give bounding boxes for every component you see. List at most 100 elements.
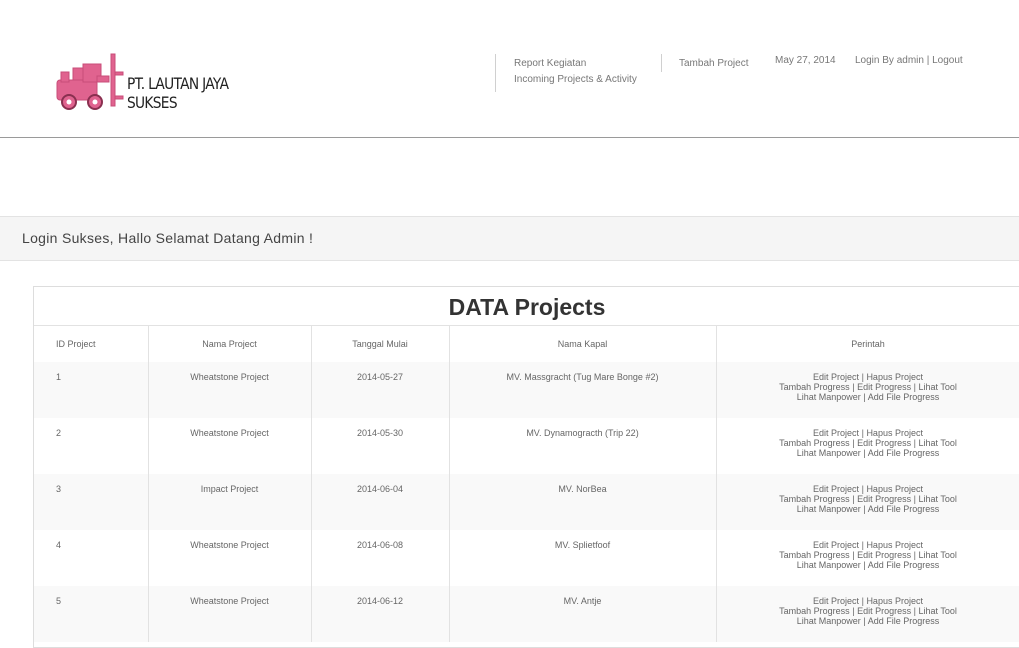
action-lihat-tool-link[interactable]: Lihat Tool	[918, 606, 956, 616]
action-add-file-progress-link[interactable]: Add File Progress	[868, 504, 940, 514]
action-line: Edit Project | Hapus Project	[717, 484, 1019, 494]
action-line: Tambah Progress | Edit Progress | Lihat …	[717, 438, 1019, 448]
nav-separator: |	[927, 55, 930, 66]
action-separator: |	[852, 382, 854, 392]
cell-nama-kapal: MV. Splietfoof	[449, 530, 716, 586]
nav-divider	[661, 54, 662, 72]
cell-id: 1	[34, 362, 148, 418]
alert-message: Login Sukses, Hallo Selamat Datang Admin…	[22, 230, 313, 246]
action-line: Lihat Manpower | Add File Progress	[717, 560, 1019, 570]
action-line: Tambah Progress | Edit Progress | Lihat …	[717, 606, 1019, 616]
column-header-perintah: Perintah	[716, 326, 1019, 363]
nav-divider	[495, 54, 496, 92]
cell-tanggal-mulai: 2014-05-30	[311, 418, 449, 474]
action-lihat-tool-link[interactable]: Lihat Tool	[918, 550, 956, 560]
action-line: Tambah Progress | Edit Progress | Lihat …	[717, 382, 1019, 392]
company-logo[interactable]: PT. LAUTAN JAYA SUKSES	[53, 52, 293, 112]
action-line: Lihat Manpower | Add File Progress	[717, 616, 1019, 626]
action-edit-progress-link[interactable]: Edit Progress	[857, 606, 911, 616]
projects-table: ID Project Nama Project Tanggal Mulai Na…	[34, 325, 1019, 642]
action-add-file-progress-link[interactable]: Add File Progress	[868, 616, 940, 626]
column-header-tanggal-mulai: Tanggal Mulai	[311, 326, 449, 363]
action-lihat-manpower-link[interactable]: Lihat Manpower	[797, 392, 861, 402]
cell-perintah: Edit Project | Hapus ProjectTambah Progr…	[716, 474, 1019, 530]
forklift-icon	[53, 52, 125, 110]
login-by-label: Login By admin	[855, 55, 924, 66]
data-projects-panel: DATA Projects ID Project Nama Project Ta…	[33, 286, 1019, 648]
action-separator: |	[852, 550, 854, 560]
action-tambah-progress-link[interactable]: Tambah Progress	[779, 606, 850, 616]
cell-nama-kapal: MV. Dynamogracth (Trip 22)	[449, 418, 716, 474]
action-separator: |	[852, 494, 854, 504]
action-line: Lihat Manpower | Add File Progress	[717, 392, 1019, 402]
current-date: May 27, 2014	[775, 55, 836, 66]
action-lihat-manpower-link[interactable]: Lihat Manpower	[797, 560, 861, 570]
action-tambah-progress-link[interactable]: Tambah Progress	[779, 438, 850, 448]
logout-link[interactable]: Logout	[932, 55, 963, 66]
cell-nama-project: Wheatstone Project	[148, 530, 311, 586]
cell-nama-kapal: MV. NorBea	[449, 474, 716, 530]
cell-perintah: Edit Project | Hapus Project Tambah Progr…	[716, 530, 1019, 586]
action-line: Edit Project | Hapus Project	[717, 596, 1019, 606]
action-separator: |	[862, 428, 864, 438]
action-separator: |	[914, 606, 916, 616]
action-hapus-project-link[interactable]: Hapus Project	[866, 484, 923, 494]
action-separator: |	[914, 550, 916, 560]
action-separator: |	[863, 504, 865, 514]
action-lihat-tool-link[interactable]: Lihat Tool	[918, 382, 956, 392]
table-row: 3Impact Project2014-06-04MV. NorBeaEdit …	[34, 474, 1019, 530]
cell-nama-project: Wheatstone Project	[148, 418, 311, 474]
action-separator: |	[914, 382, 916, 392]
action-hapus-project-link[interactable]: Hapus Project	[866, 540, 923, 550]
cell-id: 2	[34, 418, 148, 474]
action-tambah-progress-link[interactable]: Tambah Progress	[779, 550, 850, 560]
action-lihat-tool-link[interactable]: Lihat Tool	[918, 494, 956, 504]
nav-report-kegiatan[interactable]: Report Kegiatan	[514, 58, 586, 69]
action-tambah-progress-link[interactable]: Tambah Progress	[779, 494, 850, 504]
action-lihat-tool-link[interactable]: Lihat Tool	[918, 438, 956, 448]
cell-id: 3	[34, 474, 148, 530]
action-hapus-project-link[interactable]: Hapus Project	[866, 372, 923, 382]
action-separator: |	[863, 616, 865, 626]
cell-id: 4	[34, 530, 148, 586]
action-separator: |	[863, 448, 865, 458]
action-edit-progress-link[interactable]: Edit Progress	[857, 494, 911, 504]
action-separator: |	[862, 372, 864, 382]
action-line: Lihat Manpower | Add File Progress	[717, 504, 1019, 514]
action-add-file-progress-link[interactable]: Add File Progress	[868, 448, 940, 458]
action-lihat-manpower-link[interactable]: Lihat Manpower	[797, 448, 861, 458]
nav-incoming-projects[interactable]: Incoming Projects & Activity	[514, 74, 637, 85]
action-edit-project-link[interactable]: Edit Project	[813, 596, 859, 606]
cell-nama-project: Impact Project	[148, 474, 311, 530]
action-separator: |	[914, 438, 916, 448]
cell-nama-project: Wheatstone Project	[148, 362, 311, 418]
action-line: Tambah Progress | Edit Progress | Lihat …	[717, 494, 1019, 504]
action-separator: |	[862, 540, 864, 550]
action-edit-project-link[interactable]: Edit Project	[813, 484, 859, 494]
cell-tanggal-mulai: 2014-06-08	[311, 530, 449, 586]
nav-tambah-project[interactable]: Tambah Project	[679, 58, 748, 69]
action-edit-progress-link[interactable]: Edit Progress	[857, 550, 911, 560]
action-separator: |	[862, 484, 864, 494]
cell-perintah: Edit Project | Hapus ProjectTambah Progr…	[716, 586, 1019, 642]
cell-tanggal-mulai: 2014-06-12	[311, 586, 449, 642]
action-separator: |	[862, 596, 864, 606]
action-hapus-project-link[interactable]: Hapus Project	[866, 428, 923, 438]
action-tambah-progress-link[interactable]: Tambah Progress	[779, 382, 850, 392]
action-edit-project-link[interactable]: Edit Project	[813, 540, 859, 550]
action-add-file-progress-link[interactable]: Add File Progress	[868, 392, 940, 402]
cell-tanggal-mulai: 2014-06-04	[311, 474, 449, 530]
action-edit-project-link[interactable]: Edit Project	[813, 372, 859, 382]
table-row: 5Wheatstone Project2014-06-12MV. AntjeEd…	[34, 586, 1019, 642]
action-edit-progress-link[interactable]: Edit Progress	[857, 382, 911, 392]
action-lihat-manpower-link[interactable]: Lihat Manpower	[797, 616, 861, 626]
action-line: Edit Project | Hapus Project	[717, 428, 1019, 438]
login-success-alert: Login Sukses, Hallo Selamat Datang Admin…	[0, 216, 1019, 261]
cell-perintah: Edit Project | Hapus ProjectTambah Progr…	[716, 362, 1019, 418]
action-add-file-progress-link[interactable]: Add File Progress	[868, 560, 940, 570]
cell-perintah: Edit Project | Hapus ProjectTambah Progr…	[716, 418, 1019, 474]
action-edit-progress-link[interactable]: Edit Progress	[857, 438, 911, 448]
action-edit-project-link[interactable]: Edit Project	[813, 428, 859, 438]
action-lihat-manpower-link[interactable]: Lihat Manpower	[797, 504, 861, 514]
action-hapus-project-link[interactable]: Hapus Project	[866, 596, 923, 606]
